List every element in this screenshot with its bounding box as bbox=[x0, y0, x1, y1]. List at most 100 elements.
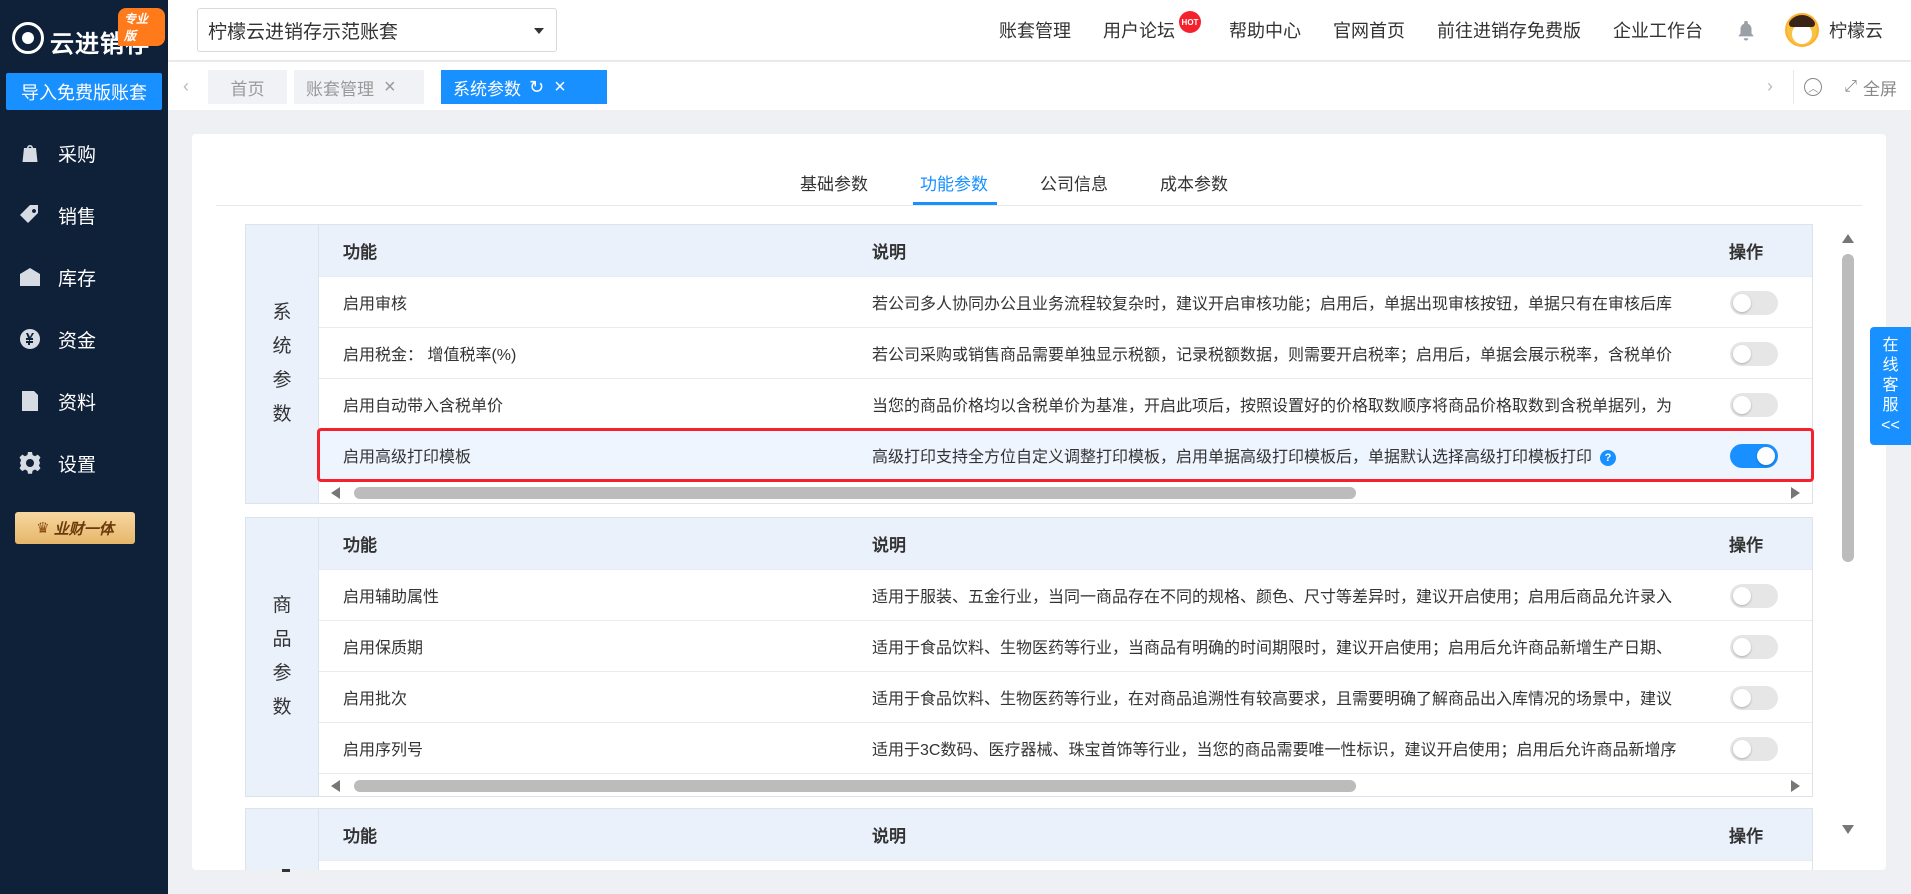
crown-icon: ♛ bbox=[36, 520, 50, 537]
subtab-cost-params[interactable]: 成本参数 bbox=[1160, 170, 1228, 195]
col-header-description: 说明 bbox=[872, 238, 1712, 263]
scroll-up-icon[interactable] bbox=[1842, 234, 1854, 243]
scroll-left-icon[interactable] bbox=[331, 780, 340, 792]
sidebar-item-settings[interactable]: 设置 bbox=[0, 432, 168, 494]
subtab-basic-params[interactable]: 基础参数 bbox=[800, 170, 868, 195]
enable-audit-toggle[interactable] bbox=[1730, 291, 1778, 315]
sidebar-nav: 采购 销售 库存 资金 资料 设置 bbox=[0, 122, 168, 494]
row-function: 启用保质期 bbox=[343, 640, 424, 657]
table-header: 功能 说明 操作 bbox=[319, 518, 1812, 570]
tabs-scroll-right-icon[interactable]: › bbox=[1760, 74, 1780, 98]
section-product-params: 商 品 参 数 功能 说明 操作 启用辅助属性 适用于服装、五金行业，当同一商品… bbox=[245, 517, 1813, 797]
username[interactable]: 柠檬云 bbox=[1829, 17, 1883, 43]
service-expand-icon: << bbox=[1881, 417, 1900, 434]
scroll-right-icon[interactable] bbox=[1791, 487, 1800, 499]
tab-label: 账套管理 bbox=[306, 79, 374, 99]
params-table: 功能 说明 操作 启用审核 若公司多人协同办公且业务流程较复杂时，建议开启审核功… bbox=[317, 225, 1814, 505]
section-label-char: 数 bbox=[272, 697, 292, 718]
sidebar-item-purchase[interactable]: 采购 bbox=[0, 122, 168, 184]
link-help-center[interactable]: 帮助中心 bbox=[1229, 17, 1301, 43]
section-label-char: 参 bbox=[272, 370, 292, 391]
close-icon[interactable]: × bbox=[384, 76, 396, 99]
row-description: 高级打印支持全方位自定义调整打印模板，启用单据高级打印模板后，单据默认选择高级打… bbox=[872, 443, 1712, 467]
row-function: 启用批次 bbox=[343, 691, 408, 708]
link-user-forum[interactable]: 用户论坛 HOT bbox=[1103, 11, 1201, 43]
fullscreen-label: 全屏 bbox=[1863, 79, 1897, 99]
section-label-char: 系 bbox=[272, 302, 292, 323]
sidebar-item-funds[interactable]: 资金 bbox=[0, 308, 168, 370]
col-header-function: 功能 bbox=[343, 536, 377, 555]
sidebar-item-label: 采购 bbox=[58, 144, 97, 166]
col-header-description: 说明 bbox=[872, 822, 1712, 847]
edition-badge: 专业版 bbox=[118, 8, 165, 46]
section-next-params: 功能 说明 操作 bbox=[245, 808, 1813, 870]
tab-home[interactable]: 首页 bbox=[208, 70, 287, 104]
sidebar-item-label: 销售 bbox=[58, 206, 97, 228]
horizontal-scrollbar[interactable] bbox=[319, 481, 1812, 505]
bag-icon bbox=[18, 141, 42, 165]
sidebar-item-data[interactable]: 资料 bbox=[0, 370, 168, 432]
brand-logo[interactable]: 云进销存 专业版 bbox=[10, 8, 165, 58]
collapse-up-icon[interactable]: ︿ bbox=[1804, 78, 1823, 96]
table-row: 启用序列号 适用于3C数码、医疗器械、珠宝首饰等行业，当您的商品需要唯一性标识，… bbox=[319, 723, 1812, 774]
subtab-function-params[interactable]: 功能参数 bbox=[920, 170, 988, 195]
row-function: 启用序列号 bbox=[343, 742, 424, 759]
advanced-print-template-toggle[interactable] bbox=[1730, 444, 1778, 468]
online-service-button[interactable]: 在 线 客 服 << bbox=[1870, 327, 1911, 445]
enable-tax-toggle[interactable] bbox=[1730, 342, 1778, 366]
link-free-version[interactable]: 前往进销存免费版 bbox=[1437, 17, 1581, 43]
logo-mark-icon bbox=[12, 22, 44, 54]
service-label-char: 线 bbox=[1882, 357, 1899, 374]
sidebar-item-label: 资料 bbox=[58, 392, 97, 414]
link-account-management[interactable]: 账套管理 bbox=[999, 17, 1071, 43]
auto-tax-price-toggle[interactable] bbox=[1730, 393, 1778, 417]
section-label: 商 品 参 数 bbox=[246, 518, 319, 796]
promo-banner[interactable]: ♛ 业财一体 bbox=[15, 512, 135, 544]
sidebar-item-inventory[interactable]: 库存 bbox=[0, 246, 168, 308]
scroll-down-icon[interactable] bbox=[1842, 825, 1854, 834]
import-free-account-button[interactable]: 导入免费版账套 bbox=[6, 73, 162, 110]
caret-down-icon bbox=[534, 28, 544, 34]
avatar[interactable] bbox=[1785, 13, 1819, 47]
sidebar-item-label: 设置 bbox=[58, 454, 97, 476]
scrollbar-thumb[interactable] bbox=[354, 780, 1356, 792]
warehouse-icon bbox=[18, 265, 42, 289]
col-header-description: 说明 bbox=[872, 531, 1712, 556]
scrollbar-thumb[interactable] bbox=[1842, 254, 1854, 562]
batch-toggle[interactable] bbox=[1730, 686, 1778, 710]
tab-system-params[interactable]: 系统参数 ↻ × bbox=[441, 70, 607, 104]
refresh-icon[interactable]: ↻ bbox=[529, 77, 544, 98]
table-row-highlighted: 启用高级打印模板 高级打印支持全方位自定义调整打印模板，启用单据高级打印模板后，… bbox=[317, 428, 1814, 482]
table-row: 启用审核 若公司多人协同办公且业务流程较复杂时，建议开启审核功能；启用后，单据出… bbox=[319, 277, 1812, 328]
gear-icon bbox=[18, 451, 42, 475]
shelf-life-toggle[interactable] bbox=[1730, 635, 1778, 659]
tab-account-management[interactable]: 账套管理 × bbox=[294, 70, 424, 104]
row-description: 适用于食品饮料、生物医药等行业，在对商品追溯性有较高要求，且需要明确了解商品出入… bbox=[872, 691, 1673, 708]
link-label: 用户论坛 bbox=[1103, 21, 1175, 41]
hot-badge: HOT bbox=[1179, 11, 1201, 33]
sidebar-item-sales[interactable]: 销售 bbox=[0, 184, 168, 246]
serial-number-toggle[interactable] bbox=[1730, 737, 1778, 761]
section-system-params: 系 统 参 数 功能 说明 操作 启用审核 若公司多人协同办公且业务流程较复杂时… bbox=[245, 224, 1814, 505]
horizontal-scrollbar[interactable] bbox=[319, 774, 1812, 798]
scroll-left-icon[interactable] bbox=[331, 487, 340, 499]
help-icon[interactable]: ? bbox=[1600, 449, 1617, 466]
sidebar-item-label: 库存 bbox=[58, 268, 97, 290]
scroll-right-icon[interactable] bbox=[1791, 780, 1800, 792]
tabs-scroll-left-icon[interactable]: ‹ bbox=[176, 74, 196, 98]
aux-attribute-toggle[interactable] bbox=[1730, 584, 1778, 608]
yen-icon bbox=[18, 327, 42, 351]
link-enterprise-workbench[interactable]: 企业工作台 bbox=[1613, 17, 1703, 43]
fullscreen-button[interactable]: ⤢ 全屏 bbox=[1844, 75, 1897, 100]
vertical-scrollbar[interactable] bbox=[1841, 234, 1855, 834]
link-official-site[interactable]: 官网首页 bbox=[1333, 17, 1405, 43]
scrollbar-thumb[interactable] bbox=[354, 487, 1356, 499]
section-label-char: 数 bbox=[272, 404, 292, 425]
table-header: 功能 说明 操作 bbox=[319, 225, 1812, 277]
account-select[interactable]: 柠檬云进销存示范账套 bbox=[197, 8, 557, 52]
subtab-company-info[interactable]: 公司信息 bbox=[1040, 170, 1108, 195]
document-icon bbox=[18, 389, 42, 413]
section-label-char: 品 bbox=[272, 629, 292, 650]
close-icon[interactable]: × bbox=[554, 76, 566, 99]
bell-icon[interactable] bbox=[1735, 17, 1757, 43]
